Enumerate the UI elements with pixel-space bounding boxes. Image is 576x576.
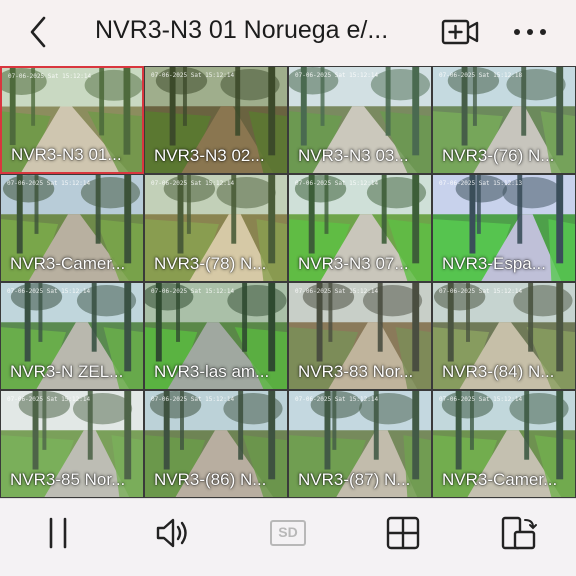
camera-timestamp: 07-06-2025 Sat 15:12:14 (439, 288, 523, 295)
camera-label: NVR3-las am... (154, 362, 270, 381)
camera-tile[interactable]: 07-06-2025 Sat 15:12:18 NVR3-(76) N... (432, 66, 576, 174)
speaker-icon[interactable] (153, 515, 193, 551)
camera-timestamp: 07-06-2025 Sat 15:12:14 (151, 288, 235, 295)
camera-label: NVR3-(78) N... (154, 254, 267, 273)
camera-timestamp: 07-06-2025 Sat 15:12:14 (151, 180, 235, 187)
camera-timestamp: 07-06-2025 Sat 15:12:14 (295, 288, 379, 295)
pause-icon[interactable] (38, 515, 78, 551)
camera-label: NVR3-Camer... (10, 254, 126, 273)
camera-label: NVR3-(84) N... (442, 362, 555, 381)
camera-grid: 07-06-2025 Sat 15:12:14 NVR3-N3 01... 07-… (0, 66, 576, 498)
camera-timestamp: 07-06-2025 Sat 15:12:14 (7, 180, 91, 187)
camera-timestamp: 07-06-2025 Sat 15:12:14 (151, 396, 235, 403)
camera-tile[interactable]: 07-06-2025 Sat 15:12:14 NVR3-N3 01... (0, 66, 144, 174)
camera-timestamp: 07-06-2025 Sat 15:12:14 (295, 180, 379, 187)
camera-tile[interactable]: 07-06-2025 Sat 15:12:14 NVR3-(86) N... (144, 390, 288, 498)
camera-label: NVR3-N ZEL... (10, 362, 124, 381)
camera-tile[interactable]: 07-06-2025 Sat 15:12:14 NVR3-N3 03... (288, 66, 432, 174)
camera-tile[interactable]: 07-06-2025 Sat 15:12:13 NVR3-Espa... (432, 174, 576, 282)
quality-button[interactable]: SD (268, 515, 308, 551)
camera-label: NVR3-N3 03... (298, 146, 409, 165)
grid-layout-icon[interactable] (383, 515, 423, 551)
camera-timestamp: 07-06-2025 Sat 15:12:14 (8, 73, 92, 80)
camera-tile[interactable]: 07-06-2025 Sat 15:12:14 NVR3-(84) N... (432, 282, 576, 390)
camera-timestamp: 07-06-2025 Sat 15:12:14 (295, 396, 379, 403)
camera-tile[interactable]: 07-06-2025 Sat 15:12:14 NVR3-(78) N... (144, 174, 288, 282)
camera-timestamp: 07-06-2025 Sat 15:12:14 (7, 396, 91, 403)
camera-timestamp: 07-06-2025 Sat 15:12:13 (439, 180, 523, 187)
phone-rotate-icon[interactable] (498, 515, 538, 551)
camera-tile[interactable]: 07-06-2025 Sat 15:12:14 NVR3-Camer... (0, 174, 144, 282)
camera-tile[interactable]: 07-06-2025 Sat 15:12:14 NVR3-las am... (144, 282, 288, 390)
page-title: NVR3-N3 01 Noruega e/... (95, 16, 389, 44)
camera-timestamp: 07-06-2025 Sat 15:12:14 (7, 288, 91, 295)
video-add-icon[interactable] (440, 14, 480, 50)
camera-tile[interactable]: 07-06-2025 Sat 15:12:14 NVR3-N3 07... (288, 174, 432, 282)
camera-tile[interactable]: 07-06-2025 Sat 15:12:14 NVR3-(87) N... (288, 390, 432, 498)
camera-label: NVR3-Espa... (442, 254, 546, 273)
camera-label: NVR3-83 Nor... (298, 362, 414, 381)
chevron-left-icon[interactable] (22, 14, 58, 50)
camera-label: NVR3-Camer... (442, 470, 558, 489)
camera-label: NVR3-85 Nor... (10, 470, 126, 489)
quality-label: SD (278, 524, 298, 540)
camera-tile[interactable]: 07-06-2025 Sat 15:12:14 NVR3-N ZEL... (0, 282, 144, 390)
bottom-toolbar: SD (0, 498, 576, 576)
more-horizontal-icon[interactable] (510, 20, 550, 44)
camera-tile[interactable]: 07-06-2025 Sat 15:12:14 NVR3-85 Nor... (0, 390, 144, 498)
camera-label: NVR3-N3 02... (154, 146, 265, 165)
camera-tile[interactable]: 07-06-2025 Sat 15:12:14 NVR3-Camer... (432, 390, 576, 498)
camera-tile[interactable]: 07-06-2025 Sat 15:12:14 NVR3-83 Nor... (288, 282, 432, 390)
camera-timestamp: 07-06-2025 Sat 15:12:14 (151, 72, 235, 79)
camera-label: NVR3-N3 01... (11, 145, 122, 164)
camera-timestamp: 07-06-2025 Sat 15:12:18 (439, 72, 523, 79)
camera-timestamp: 07-06-2025 Sat 15:12:14 (439, 396, 523, 403)
top-bar: NVR3-N3 01 Noruega e/... (0, 0, 576, 66)
camera-label: NVR3-N3 07... (298, 254, 409, 273)
camera-timestamp: 07-06-2025 Sat 15:12:14 (295, 72, 379, 79)
camera-tile[interactable]: 07-06-2025 Sat 15:12:14 NVR3-N3 02... (144, 66, 288, 174)
camera-label: NVR3-(87) N... (298, 470, 411, 489)
camera-label: NVR3-(86) N... (154, 470, 267, 489)
camera-label: NVR3-(76) N... (442, 146, 555, 165)
